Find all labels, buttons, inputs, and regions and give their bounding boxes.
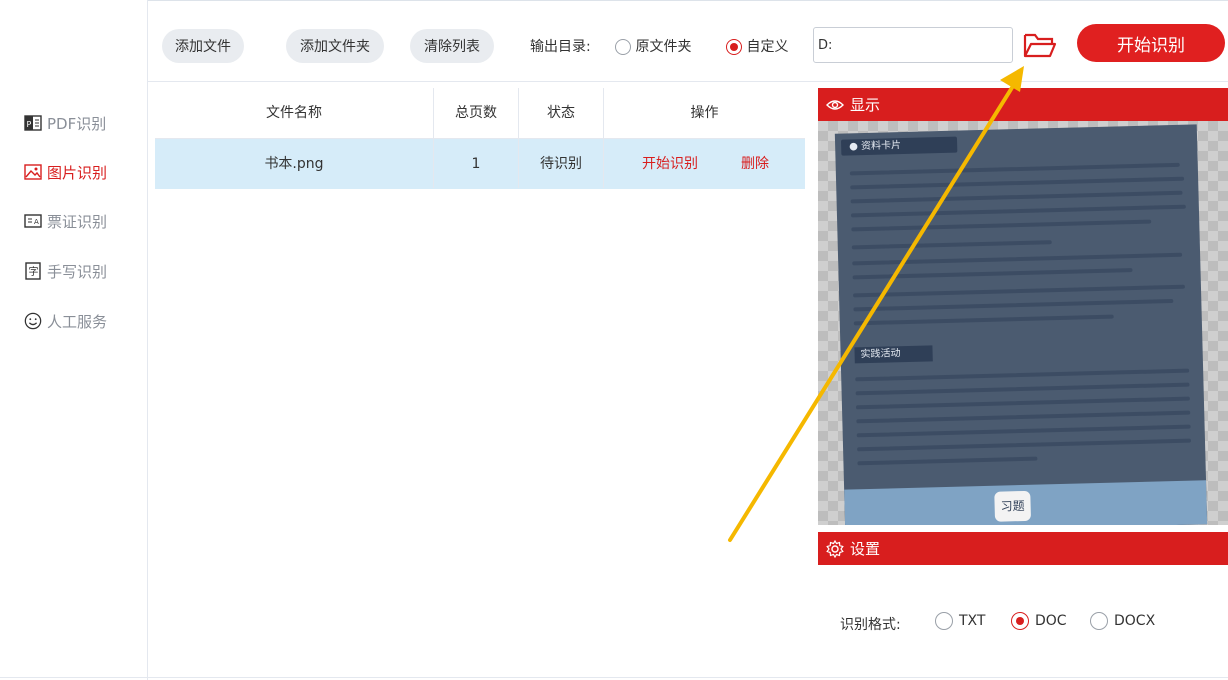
folder-open-icon[interactable]	[1022, 30, 1058, 60]
text-line	[850, 176, 1185, 190]
image-icon	[24, 163, 42, 181]
radio-doc[interactable]	[1011, 612, 1029, 630]
text-line	[855, 382, 1190, 396]
svg-text:字: 字	[29, 265, 39, 278]
sidebar-item-label: 手写识别	[47, 262, 108, 281]
sidebar-item-pdf[interactable]: P PDF识别	[24, 110, 106, 136]
gear-icon	[826, 539, 844, 558]
svg-text:A: A	[34, 218, 39, 226]
settings-panel: 识别格式: TXT DOC DOCX	[818, 567, 1228, 680]
text-line	[851, 219, 1152, 232]
sidebar-item-label: 图片识别	[47, 163, 108, 182]
text-line	[853, 314, 1114, 326]
image-band-label: 实践活动	[854, 345, 933, 364]
bottom-divider	[0, 677, 1228, 678]
header-status: 状态	[547, 105, 575, 121]
output-custom-option[interactable]: 自定义	[726, 36, 788, 56]
smiley-icon	[24, 312, 42, 330]
radio-docx[interactable]	[1090, 612, 1108, 630]
text-line	[856, 424, 1191, 438]
preview-header: 显示	[818, 88, 1228, 121]
image-tab-label: ● 资料卡片	[840, 136, 958, 156]
sidebar-item-label: 人工服务	[47, 312, 108, 331]
text-line	[853, 299, 1174, 312]
image-preview: ● 资料卡片 实践活动 习题	[818, 121, 1228, 525]
sidebar-item-label: PDF识别	[47, 114, 107, 133]
sidebar-item-handwriting[interactable]: 字 手写识别	[24, 258, 107, 284]
text-line	[857, 456, 1038, 466]
toolbar: 添加文件 添加文件夹 清除列表 输出目录: 原文件夹 自定义	[148, 0, 1228, 82]
add-folder-button[interactable]: 添加文件夹	[286, 29, 384, 63]
text-line	[850, 190, 1183, 204]
add-file-button[interactable]: 添加文件	[162, 29, 244, 63]
output-dir-label: 输出目录:	[530, 39, 591, 55]
format-doc-label: DOC	[1035, 613, 1067, 629]
text-line	[849, 162, 1180, 176]
file-table: 文件名称 总页数 状态 操作 书本.png 1 待识别 开始识别 删除	[155, 88, 805, 678]
format-option-txt[interactable]: TXT	[935, 612, 985, 630]
image-foot-label: 习题	[994, 490, 1032, 522]
text-line	[857, 438, 1192, 452]
row-delete-button[interactable]: 删除	[730, 139, 780, 189]
settings-title: 设置	[850, 540, 881, 558]
output-original-label: 原文件夹	[635, 39, 692, 55]
text-line	[855, 368, 1190, 382]
row-start-button[interactable]: 开始识别	[625, 139, 715, 189]
svg-text:P: P	[27, 120, 32, 129]
text-line	[852, 252, 1183, 266]
header-actions: 操作	[690, 105, 719, 121]
pdf-icon: P	[24, 114, 42, 132]
preview-title: 显示	[850, 96, 881, 114]
output-original-option[interactable]: 原文件夹	[615, 36, 691, 56]
text-line	[855, 396, 1190, 410]
radio-original[interactable]	[615, 39, 631, 55]
column-divider	[603, 88, 604, 188]
format-option-doc[interactable]: DOC	[1011, 612, 1067, 630]
handwriting-icon: 字	[24, 262, 42, 280]
text-line	[850, 204, 1186, 218]
column-divider	[518, 88, 519, 188]
sidebar-item-ticket[interactable]: A 票证识别	[24, 208, 107, 234]
output-dir-input[interactable]	[813, 27, 1013, 63]
settings-header: 设置	[818, 532, 1228, 565]
image-footer: 习题	[844, 480, 1208, 525]
format-docx-label: DOCX	[1114, 613, 1156, 629]
format-txt-label: TXT	[959, 613, 986, 629]
format-option-docx[interactable]: DOCX	[1090, 612, 1155, 630]
format-label: 识别格式:	[840, 617, 901, 633]
radio-txt[interactable]	[935, 612, 953, 630]
output-custom-label: 自定义	[746, 39, 789, 55]
preview-image: ● 资料卡片 实践活动 习题	[834, 124, 1208, 525]
sidebar: P PDF识别 图片识别 A 票证识别 字 手写识别 人工服务	[0, 0, 148, 680]
sidebar-item-manual-service[interactable]: 人工服务	[24, 308, 107, 334]
cell-pages: 1	[471, 156, 481, 172]
cell-filename: 书本.png	[264, 156, 324, 172]
table-header: 文件名称 总页数 状态 操作	[155, 88, 805, 139]
sidebar-item-image[interactable]: 图片识别	[24, 159, 107, 185]
text-line	[853, 284, 1186, 298]
cell-status: 待识别	[540, 156, 582, 172]
clear-list-button[interactable]: 清除列表	[410, 29, 494, 63]
text-line	[856, 410, 1191, 424]
sidebar-item-label: 票证识别	[47, 212, 108, 231]
header-filename: 文件名称	[266, 105, 322, 121]
column-divider	[433, 88, 434, 188]
text-line	[851, 240, 1052, 250]
text-line	[852, 268, 1133, 280]
eye-icon	[826, 96, 844, 114]
header-pages: 总页数	[455, 105, 497, 121]
ticket-icon: A	[24, 212, 42, 230]
start-recognition-button[interactable]: 开始识别	[1077, 24, 1225, 62]
radio-custom[interactable]	[726, 39, 742, 55]
table-row[interactable]: 书本.png 1 待识别 开始识别 删除	[155, 139, 805, 189]
